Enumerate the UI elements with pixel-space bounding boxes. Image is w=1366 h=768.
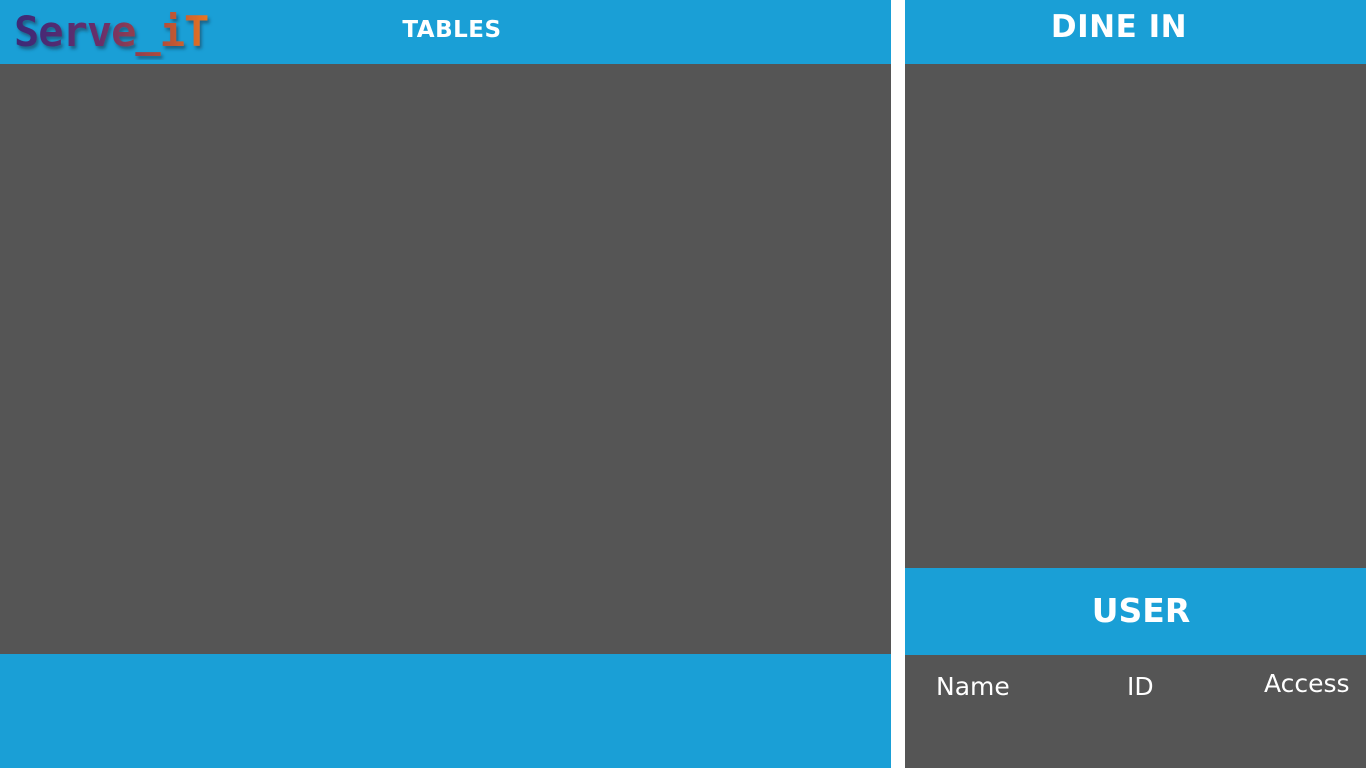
- dine-in-header: DINE IN: [905, 0, 1366, 64]
- user-name-column: Name: [936, 672, 1010, 701]
- svg-text:Serve_iT: Serve_iT: [14, 7, 208, 56]
- user-info-area: Name ID Access: [905, 655, 1366, 768]
- serve-it-logo: Serve_iT: [14, 7, 209, 56]
- tables-title: TABLES: [402, 17, 502, 43]
- user-header: USER: [905, 568, 1366, 655]
- user-access-column: Access: [1264, 669, 1350, 698]
- app-window: Serve_iT TABLES DINE IN USER Name ID Acc…: [0, 0, 1366, 768]
- tables-footer-bar: [0, 654, 891, 768]
- tables-grid-area[interactable]: [0, 64, 891, 654]
- tables-header: Serve_iT TABLES: [0, 0, 891, 64]
- user-id-column: ID: [1127, 672, 1154, 701]
- dine-in-title: DINE IN: [1050, 9, 1188, 45]
- dine-in-list-area[interactable]: [905, 64, 1366, 568]
- user-title: USER: [1091, 591, 1191, 630]
